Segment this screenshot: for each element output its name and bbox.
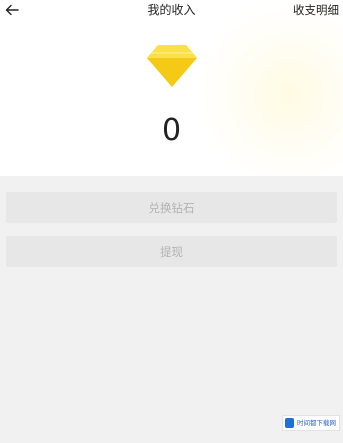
- watermark-logo-icon: [285, 418, 294, 428]
- income-balance: 0: [161, 113, 182, 148]
- title-bar: 我的收入 收支明细: [0, 0, 343, 22]
- exchange-diamonds-button[interactable]: 兑换钻石: [6, 192, 337, 223]
- watermark-text: 时间都下载网: [297, 419, 336, 427]
- income-detail-link[interactable]: 收支明细: [293, 2, 339, 18]
- withdraw-button[interactable]: 提现: [6, 236, 337, 267]
- page-title: 我的收入: [147, 3, 196, 17]
- diamond-icon: [147, 45, 197, 87]
- site-watermark: 时间都下载网: [282, 415, 340, 431]
